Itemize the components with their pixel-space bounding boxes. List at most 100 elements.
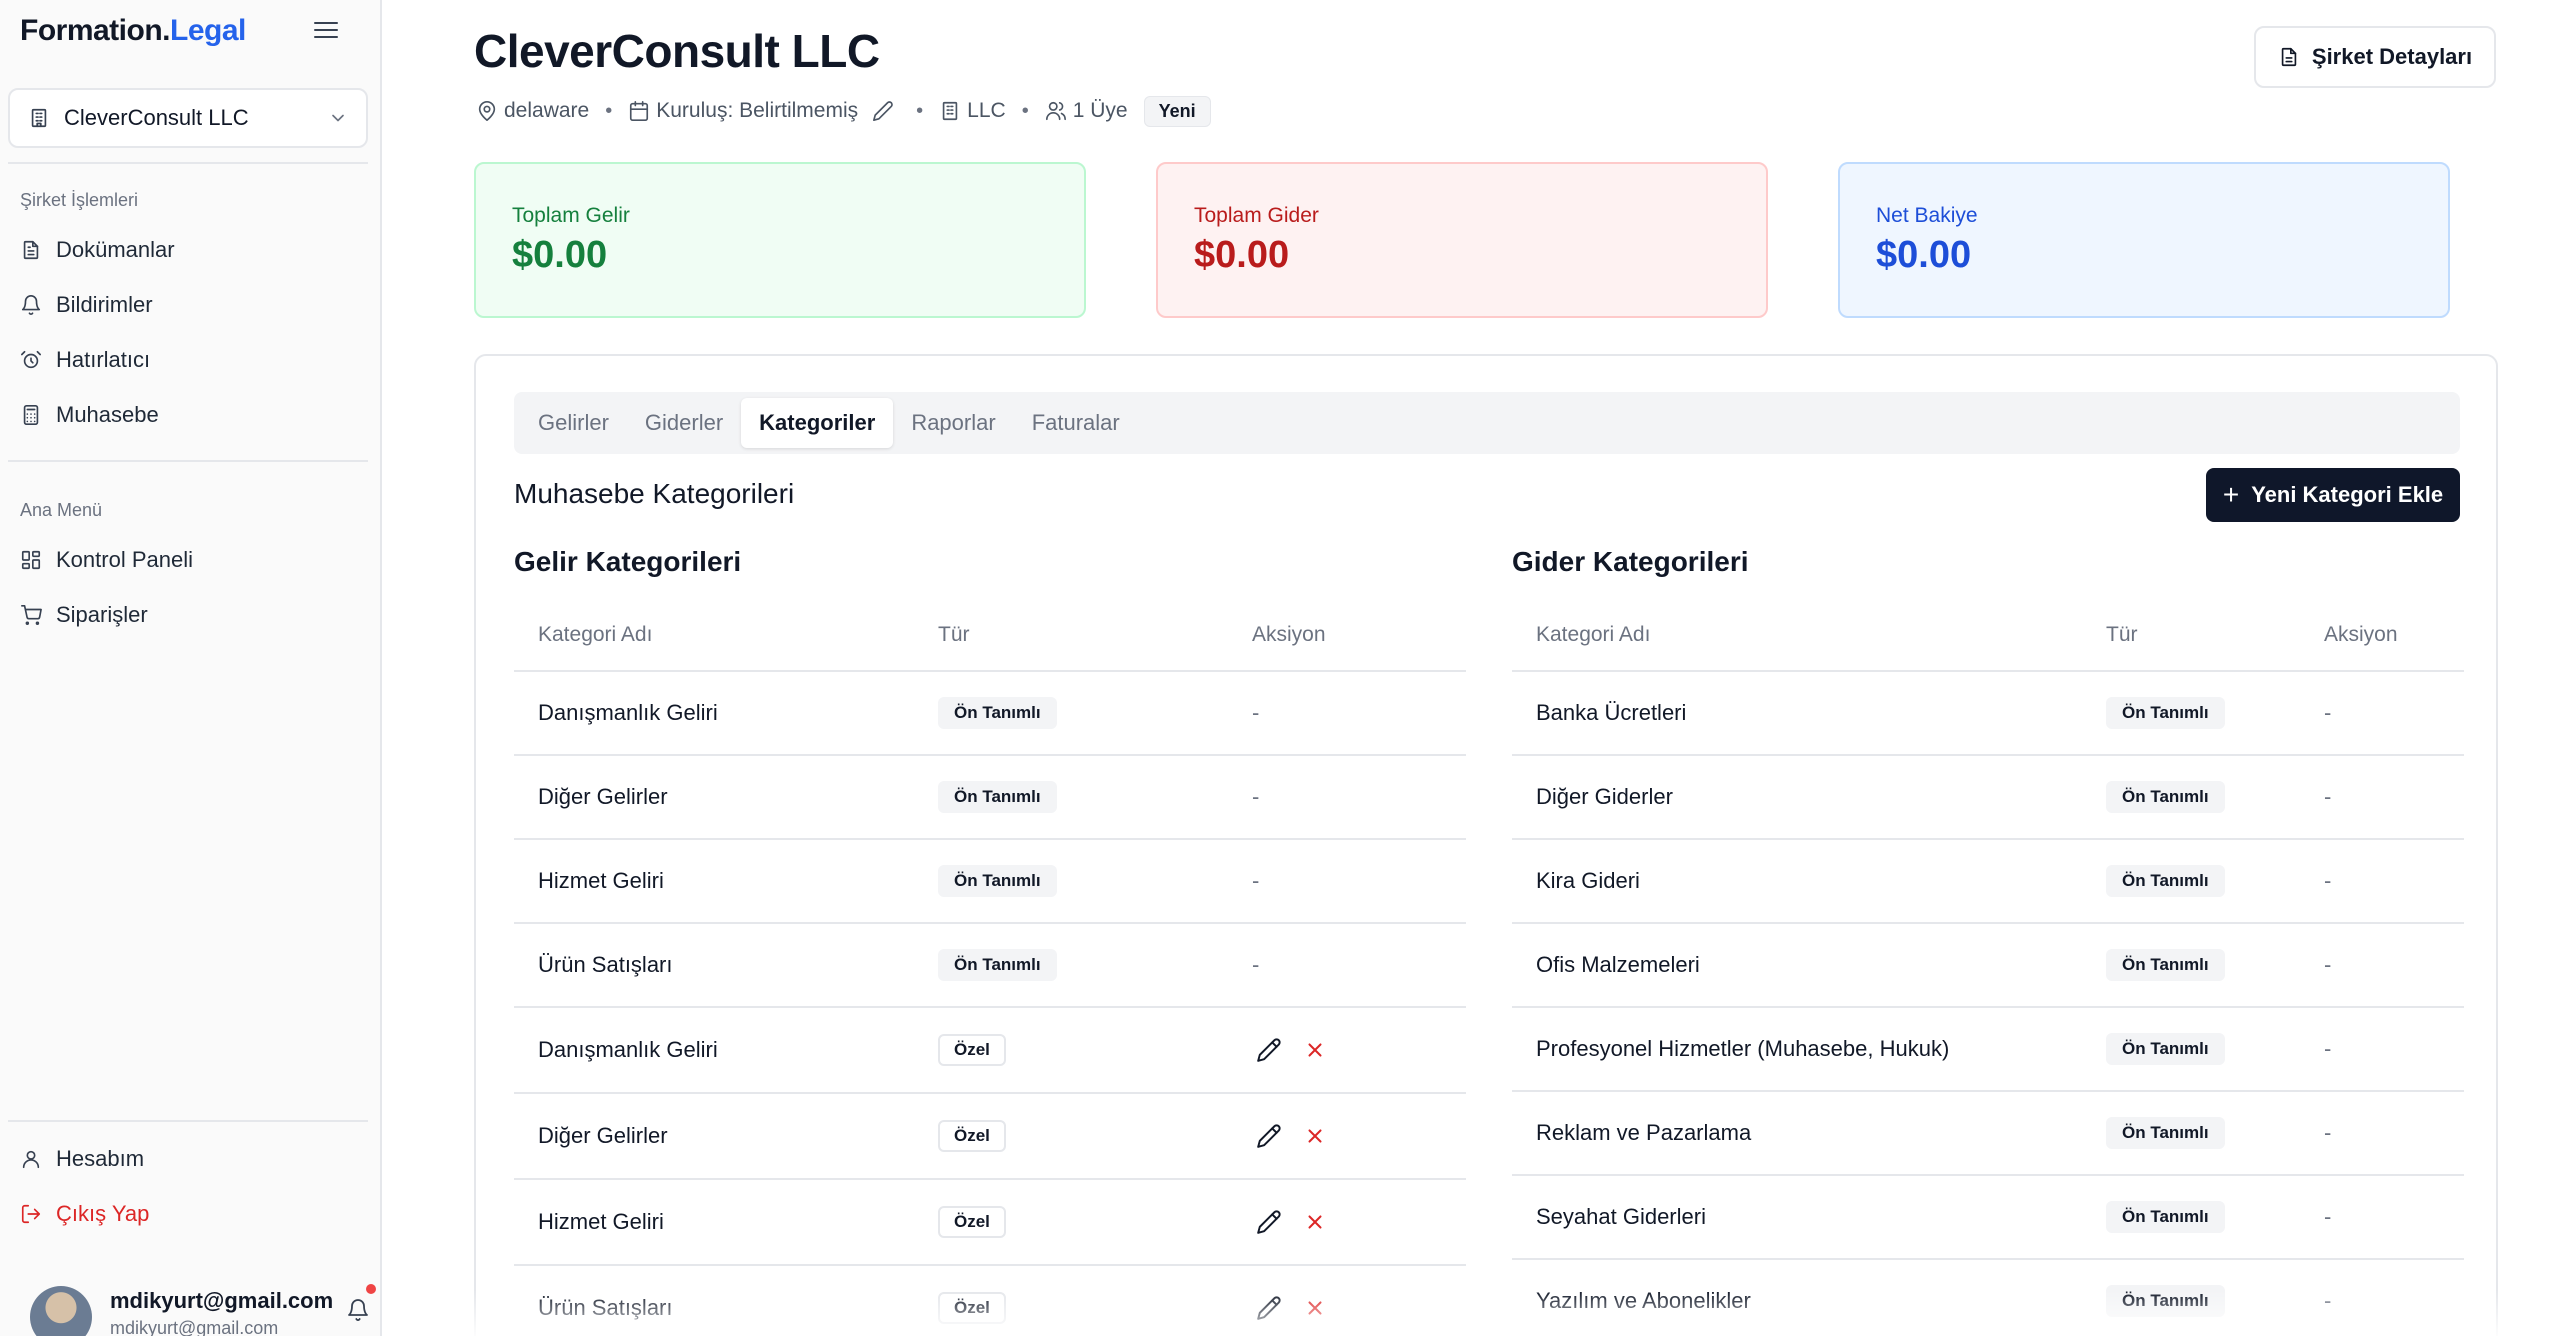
type-badge: Ön Tanımlı <box>2106 949 2225 981</box>
category-name: Yazılım ve Abonelikler <box>1536 1288 1751 1313</box>
delete-x-icon[interactable] <box>1304 1297 1326 1319</box>
delete-x-icon[interactable] <box>1304 1211 1326 1233</box>
table-row: Ofis Malzemeleri Ön Tanımlı - <box>1512 924 2464 1008</box>
sidebar-item-accounting[interactable]: Muhasebe <box>20 397 360 433</box>
table-row: Danışmanlık Geliri Ön Tanımlı - <box>514 672 1466 756</box>
category-name: Ürün Satışları <box>538 1295 673 1320</box>
menu-toggle-icon[interactable] <box>314 22 338 42</box>
separator-dot: • <box>916 99 924 122</box>
category-name: Ürün Satışları <box>538 952 673 977</box>
category-type-cell: Ön Tanımlı <box>2106 1033 2324 1065</box>
column-header-name: Kategori Adı <box>538 623 653 646</box>
tab-income[interactable]: Gelirler <box>520 398 627 448</box>
sidebar-item-documents[interactable]: Dokümanlar <box>20 232 360 268</box>
category-name: Hizmet Geliri <box>538 1209 664 1234</box>
edit-pencil-icon[interactable] <box>1256 1209 1282 1235</box>
divider <box>8 162 368 164</box>
edit-pencil-icon[interactable] <box>1256 1037 1282 1063</box>
sidebar-item-notifications[interactable]: Bildirimler <box>20 287 360 323</box>
net-balance-card: Net Bakiye $0.00 <box>1838 162 2450 318</box>
sidebar-item-label: Hatırlatıcı <box>56 347 151 372</box>
section-label-company-ops: Şirket İşlemleri <box>20 190 139 210</box>
company-selector-label: CleverConsult LLC <box>64 105 249 130</box>
table-row: Hizmet Geliri Özel <box>514 1180 1466 1266</box>
edit-pencil-icon[interactable] <box>1256 1123 1282 1149</box>
row-action-empty: - <box>2324 952 2332 977</box>
delete-x-icon[interactable] <box>1304 1125 1326 1147</box>
tab-invoices[interactable]: Faturalar <box>1014 398 1138 448</box>
brand-logo[interactable]: Formation.Legal <box>20 14 246 48</box>
column-header-action: Aksiyon <box>2324 623 2398 646</box>
category-name: Banka Ücretleri <box>1536 700 1687 725</box>
edit-pencil-icon[interactable] <box>1256 1295 1282 1321</box>
category-name: Diğer Gelirler <box>538 1123 668 1148</box>
tab-expenses[interactable]: Giderler <box>627 398 741 448</box>
type-badge: Ön Tanımlı <box>938 949 1057 981</box>
column-header-type: Tür <box>2106 623 2138 646</box>
category-name: Hizmet Geliri <box>538 868 664 893</box>
type-badge: Ön Tanımlı <box>2106 865 2225 897</box>
bell-icon <box>21 295 41 316</box>
category-type-cell: Ön Tanımlı <box>2106 949 2324 981</box>
category-type-cell: Ön Tanımlı <box>938 781 1252 813</box>
sidebar-item-orders[interactable]: Siparişler <box>20 597 360 633</box>
category-type-cell: Özel <box>938 1034 1252 1066</box>
tab-categories[interactable]: Kategoriler <box>741 398 894 448</box>
meta-members: 1 Üye <box>1045 99 1128 123</box>
type-badge: Ön Tanımlı <box>2106 1033 2225 1065</box>
type-badge: Ön Tanımlı <box>2106 697 2225 729</box>
table-row: Banka Ücretleri Ön Tanımlı - <box>1512 672 2464 756</box>
row-action-empty: - <box>2324 1204 2332 1229</box>
user-profile[interactable]: mdikyurt@gmail.com mdikyurt@gmail.com <box>30 1284 376 1336</box>
add-category-button[interactable]: + Yeni Kategori Ekle <box>2206 468 2460 522</box>
category-type-cell: Ön Tanımlı <box>938 697 1252 729</box>
sidebar-item-dashboard[interactable]: Kontrol Paneli <box>20 542 360 578</box>
accounting-card: Gelirler Giderler Kategoriler Raporlar F… <box>474 354 2498 1336</box>
row-action-empty: - <box>1252 868 1260 893</box>
sidebar-item-label: Bildirimler <box>56 292 153 317</box>
sidebar-item-reminder[interactable]: Hatırlatıcı <box>20 342 360 378</box>
net-balance-label: Net Bakiye <box>1876 204 1978 227</box>
table-header: Kategori Adı Tür Aksiyon <box>1512 600 2464 672</box>
category-type-cell: Özel <box>938 1206 1252 1238</box>
type-badge: Ön Tanımlı <box>938 865 1057 897</box>
sidebar-item-account[interactable]: Hesabım <box>20 1141 360 1177</box>
row-action-empty: - <box>2324 1120 2332 1145</box>
separator-dot: • <box>605 99 613 122</box>
table-row: Diğer Gelirler Ön Tanımlı - <box>514 756 1466 840</box>
category-name: Diğer Gelirler <box>538 784 668 809</box>
category-type-cell: Ön Tanımlı <box>2106 1285 2324 1317</box>
category-name: Seyahat Giderleri <box>1536 1204 1706 1229</box>
alarm-clock-icon <box>21 350 41 369</box>
notifications-button[interactable] <box>346 1284 376 1324</box>
users-icon <box>1045 101 1066 121</box>
tab-reports[interactable]: Raporlar <box>893 398 1013 448</box>
type-badge: Özel <box>938 1292 1006 1324</box>
row-action-empty: - <box>2324 700 2332 725</box>
logout-button[interactable]: Çıkış Yap <box>20 1196 360 1232</box>
row-action-empty: - <box>2324 784 2332 809</box>
category-type-cell: Ön Tanımlı <box>2106 697 2324 729</box>
brand-part1: Formation. <box>20 14 171 47</box>
category-name: Reklam ve Pazarlama <box>1536 1120 1752 1145</box>
total-expense-card: Toplam Gider $0.00 <box>1156 162 1768 318</box>
category-type-cell: Ön Tanımlı <box>2106 1201 2324 1233</box>
row-actions <box>1252 1209 1326 1235</box>
category-type-cell: Özel <box>938 1292 1252 1324</box>
category-type-cell: Ön Tanımlı <box>938 865 1252 897</box>
company-selector[interactable]: CleverConsult LLC <box>8 88 368 148</box>
pencil-icon[interactable] <box>872 100 894 122</box>
add-category-label: Yeni Kategori Ekle <box>2251 482 2444 507</box>
delete-x-icon[interactable] <box>1304 1039 1326 1061</box>
column-header-type: Tür <box>938 623 970 646</box>
category-type-cell: Ön Tanımlı <box>938 949 1252 981</box>
type-badge: Ön Tanımlı <box>938 781 1057 813</box>
row-actions <box>1252 1037 1326 1063</box>
table-row: Ürün Satışları Özel <box>514 1266 1466 1336</box>
sidebar-item-label: Siparişler <box>56 602 148 627</box>
company-details-button[interactable]: Şirket Detayları <box>2254 26 2496 88</box>
chevron-down-icon <box>332 114 344 122</box>
expense-categories-table: Gider Kategorileri Kategori Adı Tür Aksi… <box>1512 546 2464 1336</box>
sidebar-item-label: Hesabım <box>56 1146 145 1171</box>
row-action-empty: - <box>1252 952 1260 977</box>
